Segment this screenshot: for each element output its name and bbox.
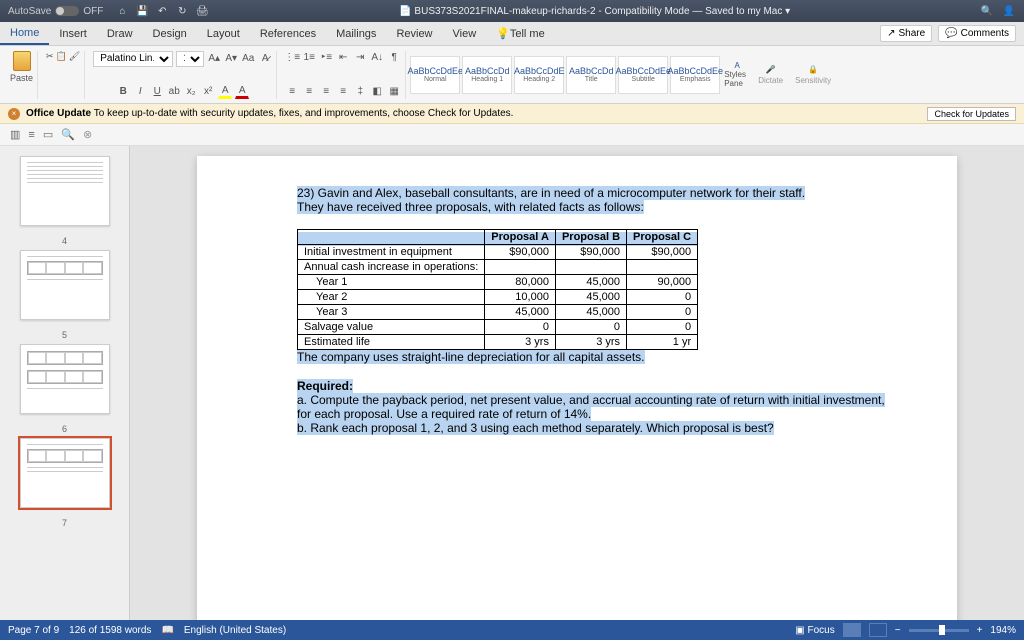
spellcheck-icon[interactable]: 📖: [161, 625, 173, 636]
required-title[interactable]: Required:: [297, 379, 353, 393]
style-emphasis[interactable]: AaBbCcDdEeEmphasis: [670, 56, 720, 94]
zoom-level[interactable]: 194%: [990, 625, 1016, 636]
search-icon[interactable]: 🔍: [980, 4, 994, 18]
line-spacing-icon[interactable]: ‡: [353, 85, 367, 99]
thumbnail-page-6[interactable]: [20, 344, 110, 414]
superscript-button[interactable]: x²: [201, 85, 215, 99]
thumbnail-panel[interactable]: 4 5 6 7: [0, 146, 130, 620]
proposals-table[interactable]: Proposal AProposal BProposal C Initial i…: [297, 232, 698, 246]
undo-icon[interactable]: ↶: [155, 4, 169, 18]
tab-layout[interactable]: Layout: [197, 22, 250, 45]
style-title[interactable]: AaBbCcDdTitle: [566, 56, 616, 94]
print-icon[interactable]: 🖨: [195, 4, 209, 18]
tab-view[interactable]: View: [443, 22, 487, 45]
strike-button[interactable]: ab: [167, 85, 181, 99]
mini-toolbar: ▥ ≡ ▭ 🔍 ⊗: [0, 124, 1024, 146]
document-area[interactable]: 23) Gavin and Alex, baseball consultants…: [130, 146, 1024, 620]
language-indicator[interactable]: English (United States): [184, 625, 286, 636]
list-view-icon[interactable]: ≡: [28, 129, 34, 141]
styles-pane-button[interactable]: AStyles Pane: [724, 61, 750, 88]
subscript-button[interactable]: x₂: [184, 85, 198, 99]
share-button[interactable]: ↗ Share: [880, 25, 932, 42]
align-center-icon[interactable]: ≡: [302, 85, 316, 99]
font-size-select[interactable]: 10: [176, 51, 204, 67]
required-b[interactable]: b. Rank each proposal 1, 2, and 3 using …: [297, 421, 774, 435]
dictate-button[interactable]: 🎤Dictate: [754, 65, 787, 85]
change-case-icon[interactable]: Aa: [241, 52, 255, 66]
paste-button[interactable]: Paste: [10, 51, 33, 83]
page-indicator[interactable]: Page 7 of 9: [8, 625, 59, 636]
style-heading1[interactable]: AaBbCcDdHeading 1: [462, 56, 512, 94]
font-name-select[interactable]: Palatino Lin...: [93, 51, 173, 67]
question-intro-2[interactable]: They have received three proposals, with…: [297, 200, 644, 214]
zoom-in-icon[interactable]: +: [977, 625, 983, 636]
print-layout-view[interactable]: [843, 623, 861, 637]
justify-icon[interactable]: ≡: [336, 85, 350, 99]
save-icon[interactable]: 💾: [135, 4, 149, 18]
update-bar: × Office Update To keep up-to-date with …: [0, 104, 1024, 124]
style-subtitle[interactable]: AaBbCcDdEeSubtitle: [618, 56, 668, 94]
word-count[interactable]: 126 of 1598 words: [69, 625, 151, 636]
autosave-toggle[interactable]: AutoSave OFF: [8, 6, 103, 17]
close-panel-icon[interactable]: ⊗: [83, 128, 92, 141]
highlight-button[interactable]: A: [218, 85, 232, 99]
tab-mailings[interactable]: Mailings: [326, 22, 386, 45]
italic-button[interactable]: I: [133, 85, 147, 99]
focus-mode[interactable]: ▣ Focus: [795, 625, 834, 636]
comments-button[interactable]: 💬 Comments: [938, 25, 1016, 42]
sort-icon[interactable]: A↓: [370, 51, 384, 65]
document-title: 📄 BUS373S2021FINAL-makeup-richards-2 - C…: [209, 6, 980, 17]
ribbon-tabs: Home Insert Draw Design Layout Reference…: [0, 22, 1024, 46]
home-icon[interactable]: ⌂: [115, 4, 129, 18]
ribbon: Paste ✂📋🖌 Palatino Lin... 10 A▴ A▾ Aa A̷…: [0, 46, 1024, 104]
web-layout-view[interactable]: [869, 623, 887, 637]
numbering-icon[interactable]: 1≡: [302, 51, 316, 65]
bullets-icon[interactable]: ⋮≡: [285, 51, 299, 65]
tab-home[interactable]: Home: [0, 22, 49, 45]
user-icon[interactable]: 👤: [1002, 4, 1016, 18]
question-intro-1[interactable]: 23) Gavin and Alex, baseball consultants…: [297, 186, 805, 200]
zoom-slider[interactable]: [909, 629, 969, 632]
close-update-icon[interactable]: ×: [8, 108, 20, 120]
outdent-icon[interactable]: ⇤: [336, 51, 350, 65]
tell-me[interactable]: 💡 Tell me: [486, 22, 555, 45]
indent-icon[interactable]: ⇥: [353, 51, 367, 65]
tab-references[interactable]: References: [250, 22, 326, 45]
show-marks-icon[interactable]: ¶: [387, 51, 401, 65]
align-left-icon[interactable]: ≡: [285, 85, 299, 99]
bold-button[interactable]: B: [116, 85, 130, 99]
thumbnail-page-5[interactable]: [20, 250, 110, 320]
zoom-icon[interactable]: 🔍: [61, 128, 75, 141]
borders-icon[interactable]: ▦: [387, 85, 401, 99]
style-gallery[interactable]: AaBbCcDdEeNormal AaBbCcDdHeading 1 AaBbC…: [410, 56, 720, 94]
document-page[interactable]: 23) Gavin and Alex, baseball consultants…: [197, 156, 957, 620]
style-heading2[interactable]: AaBbCcDdEHeading 2: [514, 56, 564, 94]
tab-insert[interactable]: Insert: [49, 22, 97, 45]
thumb-view-icon[interactable]: ▥: [10, 128, 20, 141]
zoom-out-icon[interactable]: −: [895, 625, 901, 636]
tab-draw[interactable]: Draw: [97, 22, 143, 45]
font-color-button[interactable]: A: [235, 85, 249, 99]
redo-icon[interactable]: ↻: [175, 4, 189, 18]
status-bar: Page 7 of 9 126 of 1598 words 📖 English …: [0, 620, 1024, 640]
align-right-icon[interactable]: ≡: [319, 85, 333, 99]
required-a[interactable]: a. Compute the payback period, net prese…: [297, 393, 885, 421]
shading-icon[interactable]: ◧: [370, 85, 384, 99]
sensitivity-button: 🔒Sensitivity: [791, 65, 835, 85]
underline-button[interactable]: U: [150, 85, 164, 99]
style-normal[interactable]: AaBbCcDdEeNormal: [410, 56, 460, 94]
thumbnail-page-4[interactable]: [20, 156, 110, 226]
titlebar: AutoSave OFF ⌂ 💾 ↶ ↻ 🖨 📄 BUS373S2021FINA…: [0, 0, 1024, 22]
multilevel-icon[interactable]: ‣≡: [319, 51, 333, 65]
shrink-font-icon[interactable]: A▾: [224, 52, 238, 66]
thumbnail-page-7[interactable]: [20, 438, 110, 508]
clear-format-icon[interactable]: A̷: [258, 52, 272, 66]
check-updates-button[interactable]: Check for Updates: [927, 107, 1016, 121]
page-view-icon[interactable]: ▭: [43, 128, 53, 141]
tab-review[interactable]: Review: [386, 22, 442, 45]
depreciation-note[interactable]: The company uses straight-line depreciat…: [297, 350, 645, 364]
tab-design[interactable]: Design: [143, 22, 197, 45]
grow-font-icon[interactable]: A▴: [207, 52, 221, 66]
